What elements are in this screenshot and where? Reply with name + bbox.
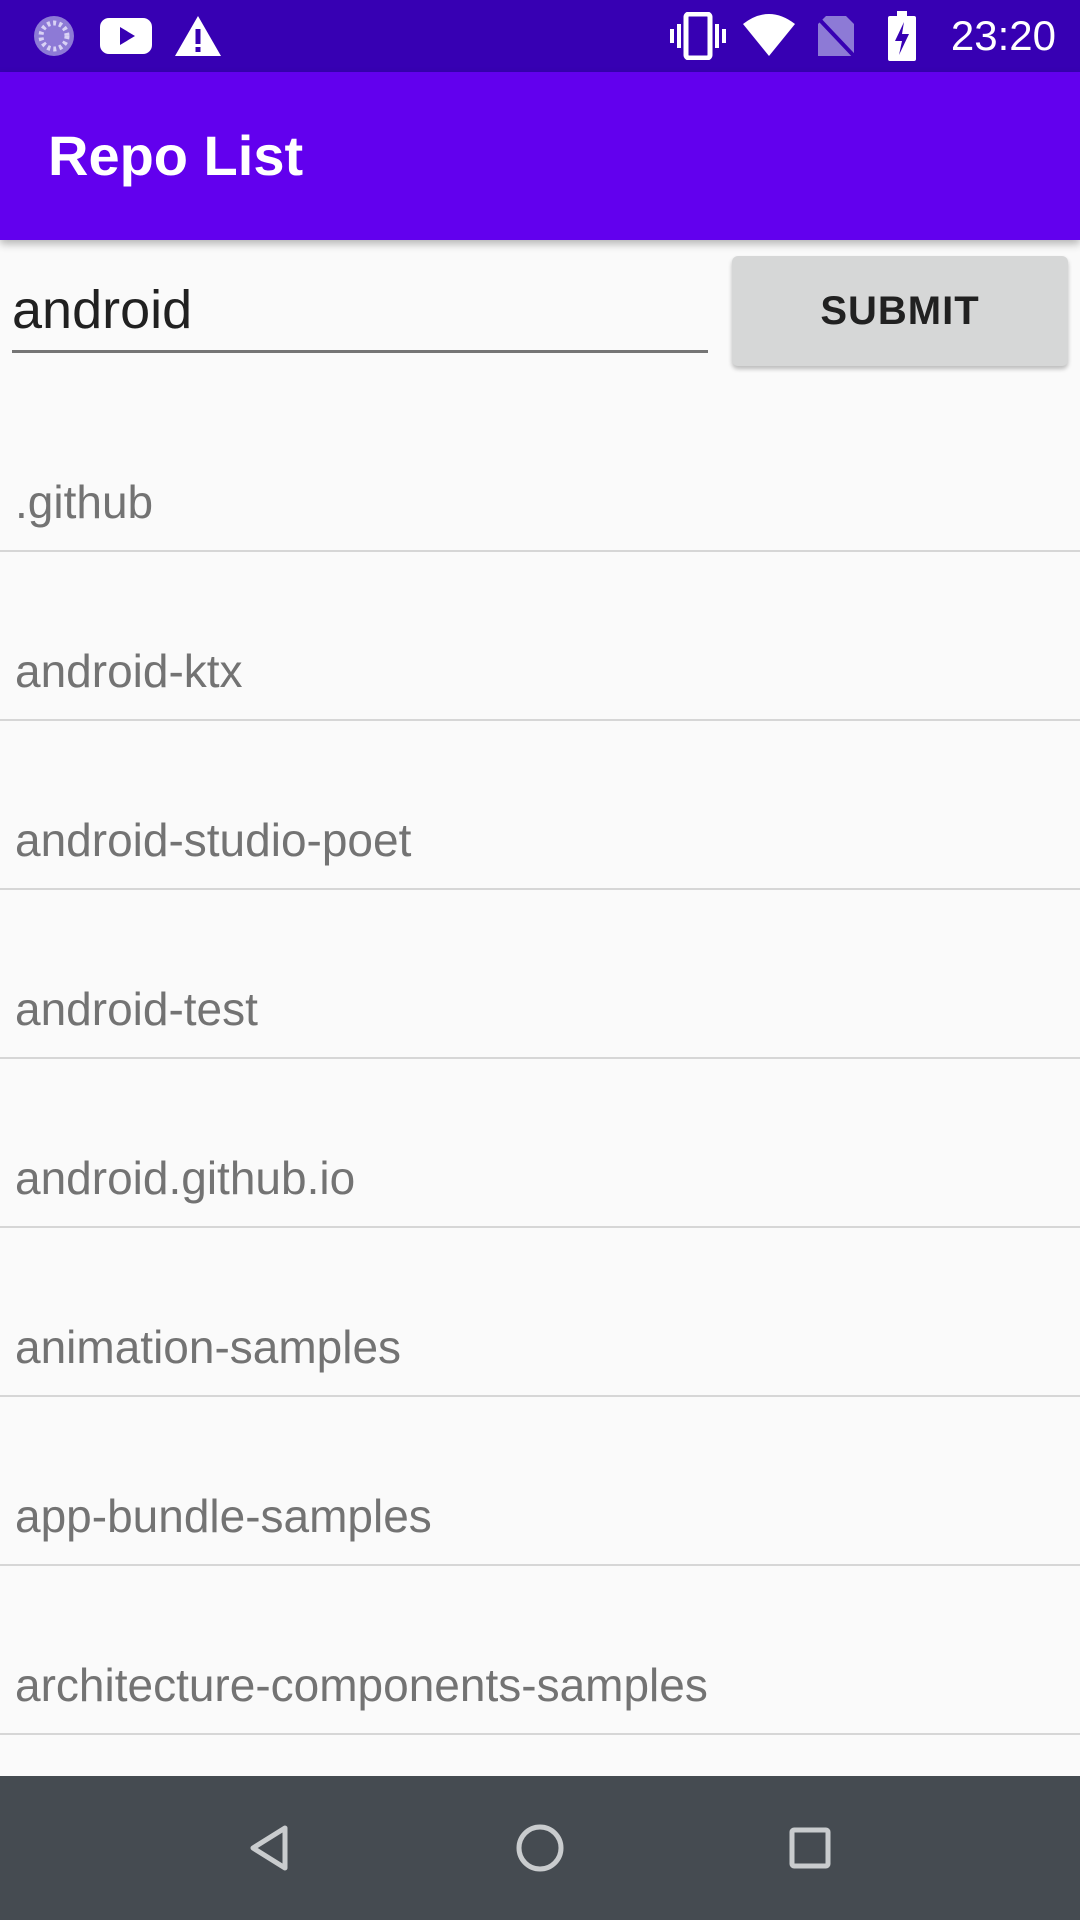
repo-name: app-bundle-samples: [15, 1490, 432, 1542]
list-item[interactable]: android-ktx: [0, 552, 1080, 721]
loading-icon: [32, 14, 76, 58]
repo-name: android-test: [15, 983, 258, 1035]
app-bar: Repo List: [0, 72, 1080, 240]
repo-name: android.github.io: [15, 1152, 356, 1204]
list-item[interactable]: animation-samples: [0, 1228, 1080, 1397]
back-icon[interactable]: [230, 1808, 310, 1888]
battery-charging-icon: [886, 11, 918, 61]
search-input[interactable]: [12, 270, 708, 353]
status-bar: 23:20: [0, 0, 1080, 72]
warning-icon: [174, 14, 222, 58]
status-time: 23:20: [950, 12, 1056, 59]
youtube-icon: [100, 14, 152, 58]
navigation-bar: [0, 1776, 1080, 1920]
home-icon[interactable]: [500, 1808, 580, 1888]
repo-name: animation-samples: [15, 1321, 402, 1373]
list-item[interactable]: architecture-components-samples: [0, 1566, 1080, 1735]
app-title: Repo List: [48, 124, 304, 187]
list-item[interactable]: .github: [0, 383, 1080, 552]
submit-button[interactable]: SUBMIT: [732, 256, 1068, 366]
repo-name: android-studio-poet: [15, 814, 412, 866]
repo-name: android-ktx: [15, 645, 243, 697]
repo-name: .github: [15, 476, 154, 528]
list-item[interactable]: android-test: [0, 890, 1080, 1059]
repo-list[interactable]: .github android-ktx android-studio-poet …: [0, 383, 1080, 1735]
list-item[interactable]: android.github.io: [0, 1059, 1080, 1228]
wifi-icon: [742, 14, 796, 58]
vibrate-icon: [670, 12, 726, 60]
screen: 23:20 Repo List SUBMIT .github android-k…: [0, 0, 1080, 1920]
list-item[interactable]: app-bundle-samples: [0, 1397, 1080, 1566]
repo-name: architecture-components-samples: [15, 1659, 708, 1711]
no-sim-icon: [814, 14, 858, 58]
list-item[interactable]: android-studio-poet: [0, 721, 1080, 890]
recents-icon[interactable]: [770, 1808, 850, 1888]
